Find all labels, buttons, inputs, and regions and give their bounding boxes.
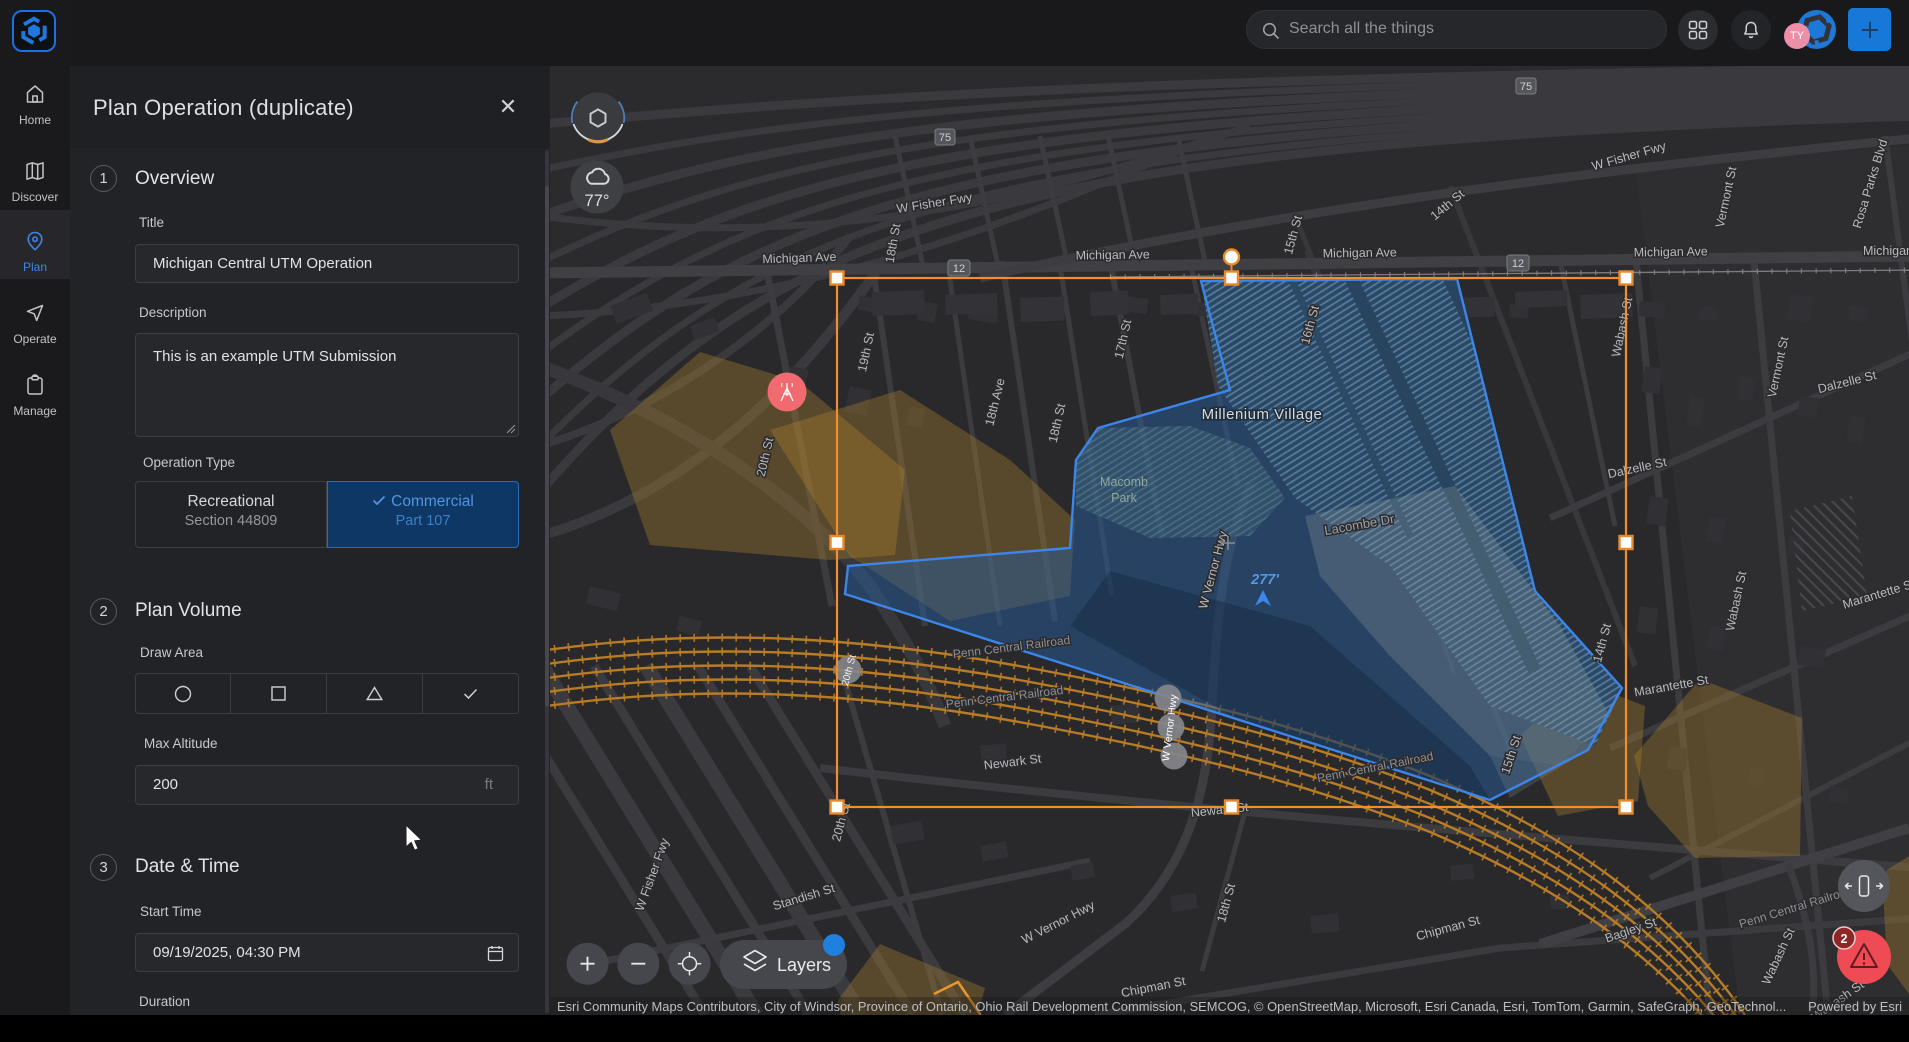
- svg-text:Michigan Ave: Michigan Ave: [1323, 245, 1397, 260]
- svg-text:Powered by Esri: Powered by Esri: [1808, 999, 1902, 1014]
- svg-text:75: 75: [939, 132, 951, 144]
- svg-text:277': 277': [1250, 572, 1279, 588]
- svg-text:2: 2: [1841, 932, 1848, 946]
- svg-text:Park: Park: [1111, 491, 1137, 505]
- svg-text:Esri Community Maps Contributo: Esri Community Maps Contributors, City o…: [557, 999, 1786, 1014]
- svg-text:75: 75: [1520, 81, 1532, 93]
- svg-text:Macomb: Macomb: [1100, 475, 1148, 489]
- svg-text:12: 12: [1512, 258, 1524, 270]
- svg-text:Millenium Village: Millenium Village: [1202, 406, 1323, 423]
- svg-text:77°: 77°: [585, 192, 610, 210]
- svg-text:Michigan Ave: Michigan Ave: [1634, 244, 1708, 259]
- svg-text:12: 12: [953, 263, 965, 275]
- svg-text:Michigan: Michigan: [1863, 244, 1909, 258]
- svg-text:Michigan Ave: Michigan Ave: [762, 250, 837, 267]
- svg-text:Layers: Layers: [777, 955, 831, 975]
- svg-text:Michigan Ave: Michigan Ave: [1076, 247, 1150, 262]
